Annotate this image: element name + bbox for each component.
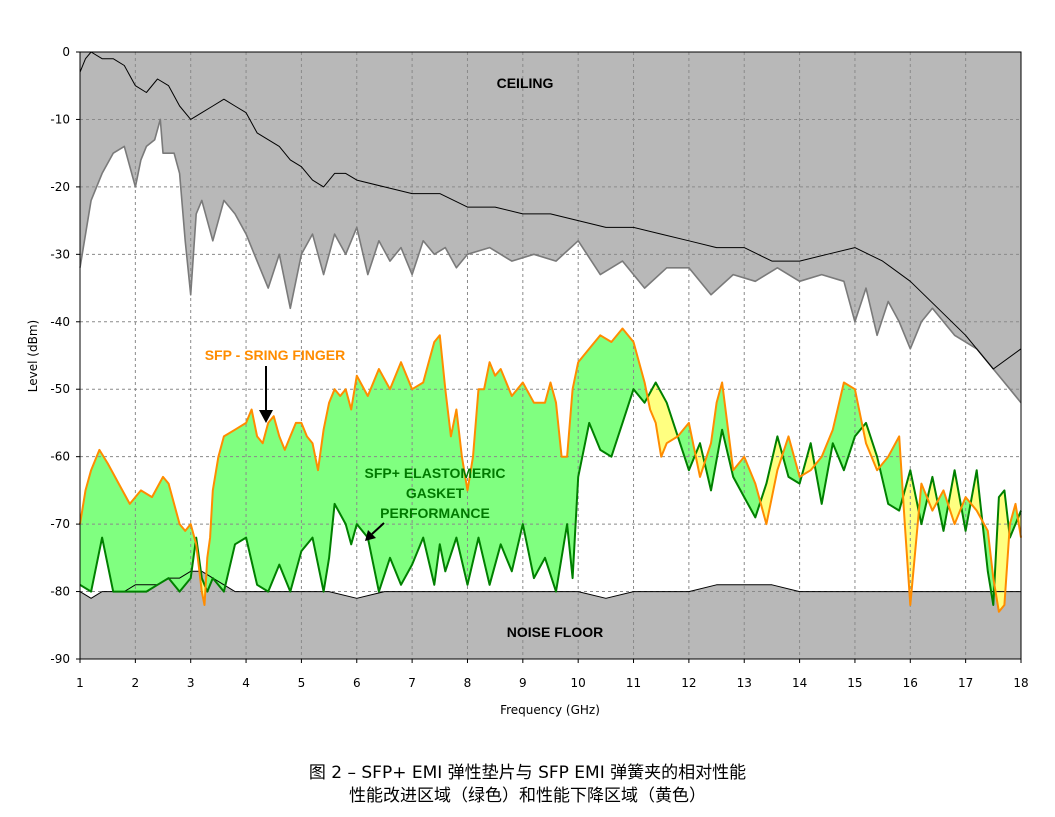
y-axis-ticks: 0 -10 -20 -30 -40 -50 -60 -70 -80 -90 — [50, 45, 80, 666]
y-tick-label: -20 — [50, 180, 70, 194]
figure-caption: 图 2 – SFP+ EMI 弹性垫片与 SFP EMI 弹簧夹的相对性能 性能… — [0, 762, 1055, 808]
x-tick-label: 9 — [519, 676, 527, 690]
caption-line-1: 图 2 – SFP+ EMI 弹性垫片与 SFP EMI 弹簧夹的相对性能 — [308, 763, 747, 783]
y-tick-label: -10 — [50, 112, 70, 126]
y-tick-label: -60 — [50, 450, 70, 464]
x-tick-label: 4 — [242, 676, 250, 690]
y-axis-label: Level (dBm) — [26, 320, 40, 392]
elastomeric-label-line3: PERFORMANCE — [380, 505, 490, 521]
x-tick-label: 6 — [353, 676, 361, 690]
x-tick-label: 13 — [737, 676, 752, 690]
y-tick-label: -40 — [50, 315, 70, 329]
x-tick-label: 5 — [298, 676, 306, 690]
y-tick-label: -70 — [50, 517, 70, 531]
elastomeric-label-line1: SFP+ ELASTOMERIC — [365, 465, 506, 481]
x-tick-label: 2 — [132, 676, 140, 690]
elastomeric-label-line2: GASKET — [406, 485, 465, 501]
x-tick-label: 7 — [408, 676, 416, 690]
noise-floor-label: NOISE FLOOR — [507, 624, 603, 640]
x-tick-label: 1 — [76, 676, 84, 690]
x-tick-label: 15 — [847, 676, 862, 690]
x-tick-label: 3 — [187, 676, 195, 690]
x-axis-label: Frequency (GHz) — [500, 703, 600, 717]
x-tick-label: 17 — [958, 676, 973, 690]
x-tick-label: 16 — [903, 676, 918, 690]
ceiling-label: CEILING — [497, 75, 554, 91]
caption-line-2: 性能改进区域（绿色）和性能下降区域（黄色） — [349, 786, 706, 806]
y-tick-label: 0 — [62, 45, 70, 59]
y-tick-label: -30 — [50, 247, 70, 261]
chart-area: 1 2 3 4 5 6 7 8 9 10 11 12 13 14 15 16 17 18 0-10-20-30-4… — [26, 45, 1029, 717]
x-tick-label: 14 — [792, 676, 807, 690]
x-tick-label: 11 — [626, 676, 641, 690]
y-tick-label: -90 — [50, 652, 70, 666]
x-axis-ticks: 1 2 3 4 5 6 7 8 9 10 11 12 13 14 15 16 17 18 — [76, 659, 1029, 690]
x-tick-label: 12 — [681, 676, 696, 690]
x-tick-label: 8 — [464, 676, 472, 690]
y-tick-label: -50 — [50, 382, 70, 396]
x-tick-label: 10 — [571, 676, 586, 690]
x-tick-label: 18 — [1013, 676, 1028, 690]
sfp-finger-label: SFP - SRING FINGER — [205, 347, 346, 363]
y-tick-label: -80 — [50, 585, 70, 599]
